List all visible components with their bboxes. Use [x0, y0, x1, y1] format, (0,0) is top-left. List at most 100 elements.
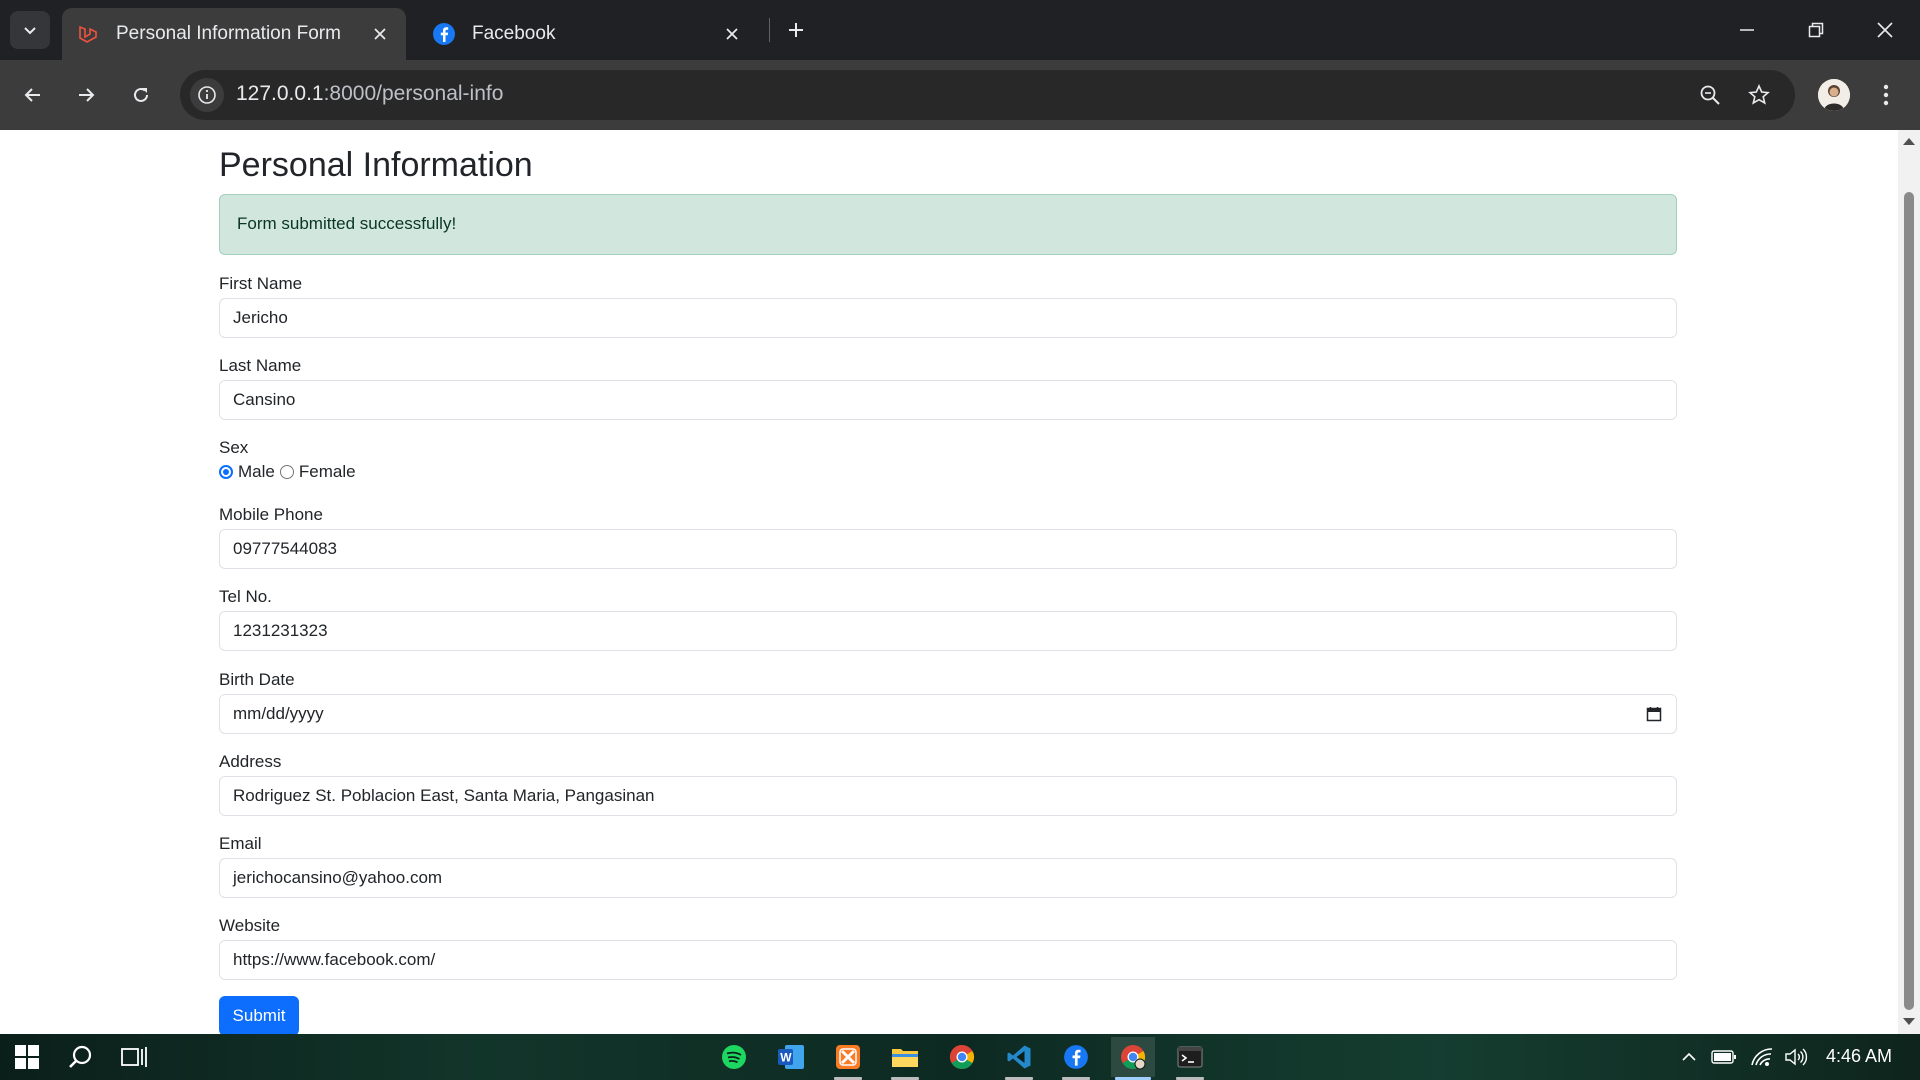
minimize-icon: [1740, 29, 1754, 31]
plus-icon: [789, 23, 803, 37]
address-label: Address: [219, 752, 282, 771]
scroll-up-icon[interactable]: [1903, 138, 1915, 145]
url-path: :8000/personal-info: [323, 82, 504, 105]
reload-icon: [134, 87, 148, 102]
sex-radio-row: Male Female: [219, 462, 1677, 482]
tab-personal-info[interactable]: Personal Information Form: [62, 8, 406, 60]
arrow-right-icon: [79, 88, 95, 102]
first-name-label: First Name: [219, 274, 303, 293]
address-input[interactable]: Rodriguez St. Poblacion East, Santa Mari…: [219, 776, 1677, 816]
zoom-button[interactable]: [1694, 79, 1726, 111]
first-name-input[interactable]: Jericho: [219, 298, 1677, 338]
tel-label: Tel No.: [219, 587, 272, 606]
close-icon[interactable]: [368, 22, 392, 46]
tel-group: Tel No. 1231231323: [219, 587, 1677, 651]
volume-icon[interactable]: [1780, 1041, 1812, 1073]
scroll-thumb[interactable]: [1904, 192, 1914, 1010]
last-name-label: Last Name: [219, 356, 302, 375]
submit-button[interactable]: Submit: [219, 996, 299, 1034]
url-host: 127.0.0.1: [236, 82, 324, 105]
sex-label: Sex: [219, 438, 249, 457]
site-info-button[interactable]: [190, 78, 224, 112]
mobile-input[interactable]: 09777544083: [219, 529, 1677, 569]
birth-date-label: Birth Date: [219, 670, 295, 689]
website-label: Website: [219, 916, 281, 935]
star-icon: [1748, 84, 1770, 105]
reload-button[interactable]: [121, 75, 161, 115]
restore-icon: [1808, 22, 1824, 38]
search-icon[interactable]: [64, 1041, 96, 1073]
mobile-label: Mobile Phone: [219, 505, 323, 524]
svg-text:W: W: [780, 1051, 792, 1065]
close-icon[interactable]: [720, 22, 744, 46]
url-text[interactable]: 127.0.0.1:8000/personal-info: [236, 82, 503, 106]
back-button[interactable]: [13, 75, 53, 115]
male-radio[interactable]: [219, 465, 233, 479]
mobile-group: Mobile Phone 09777544083: [219, 505, 1677, 569]
vscode-icon[interactable]: [997, 1037, 1041, 1080]
email-label: Email: [219, 834, 262, 853]
email-group: Email jerichocansino@yahoo.com: [219, 834, 1677, 898]
browser-toolbar: 127.0.0.1:8000/personal-info: [0, 60, 1920, 130]
female-radio[interactable]: [279, 465, 294, 479]
word-icon[interactable]: W: [769, 1037, 813, 1077]
tab-facebook[interactable]: Facebook: [418, 8, 758, 60]
calendar-icon[interactable]: [1646, 706, 1662, 722]
close-window-button[interactable]: [1865, 10, 1905, 50]
facebook-icon: [432, 22, 456, 46]
xampp-icon[interactable]: [826, 1037, 870, 1080]
page-scrollbar[interactable]: [1898, 130, 1920, 1034]
website-input[interactable]: https://www.facebook.com/: [219, 940, 1677, 980]
website-group: Website https://www.facebook.com/: [219, 916, 1677, 980]
laravel-icon: [76, 22, 100, 46]
birth-date-placeholder: mm/dd/yyyy: [233, 704, 324, 723]
birth-date-group: Birth Date mm/dd/yyyy: [219, 670, 1677, 734]
email-input[interactable]: jerichocansino@yahoo.com: [219, 858, 1677, 898]
tel-input[interactable]: 1231231323: [219, 611, 1677, 651]
file-explorer-icon[interactable]: [883, 1037, 927, 1080]
chevron-up-icon[interactable]: [1673, 1041, 1705, 1073]
address-bar[interactable]: 127.0.0.1:8000/personal-info: [180, 70, 1795, 120]
tab-search-button[interactable]: [10, 11, 50, 49]
first-name-group: First Name Jericho: [219, 274, 1677, 338]
info-icon: [198, 86, 216, 104]
profile-avatar[interactable]: [1818, 79, 1850, 111]
restore-button[interactable]: [1796, 10, 1836, 50]
last-name-input[interactable]: Cansino: [219, 380, 1677, 420]
address-group: Address Rodriguez St. Poblacion East, Sa…: [219, 752, 1677, 816]
last-name-group: Last Name Cansino: [219, 356, 1677, 420]
scroll-down-icon[interactable]: [1903, 1018, 1915, 1025]
close-icon: [1877, 22, 1893, 38]
male-radio-label[interactable]: Male: [238, 462, 275, 482]
minimize-button[interactable]: [1727, 10, 1767, 50]
menu-button[interactable]: [1866, 75, 1906, 115]
battery-icon[interactable]: [1708, 1041, 1740, 1073]
bookmark-button[interactable]: [1743, 79, 1775, 111]
arrow-left-icon: [24, 88, 40, 102]
tab-strip: Personal Information Form Facebook: [0, 0, 1920, 60]
chevron-down-icon: [24, 27, 36, 35]
more-vert-icon: [1883, 84, 1889, 106]
chrome-icon[interactable]: [940, 1037, 984, 1077]
female-radio-label[interactable]: Female: [299, 462, 356, 482]
tab-separator: [769, 18, 770, 42]
windows-start-icon[interactable]: [11, 1041, 43, 1073]
page-viewport: Personal Information Form submitted succ…: [0, 130, 1898, 1034]
birth-date-input[interactable]: mm/dd/yyyy: [219, 694, 1677, 734]
page-title: Personal Information: [219, 146, 533, 184]
task-view-icon[interactable]: [118, 1041, 150, 1073]
wifi-icon[interactable]: [1746, 1041, 1778, 1073]
sex-group: Sex Male Female: [219, 438, 1677, 482]
success-alert: Form submitted successfully!: [219, 194, 1677, 255]
terminal-icon[interactable]: [1168, 1037, 1212, 1080]
new-tab-button[interactable]: [780, 14, 812, 46]
tab-title: Facebook: [472, 23, 556, 44]
spotify-icon[interactable]: [712, 1037, 756, 1077]
facebook-icon[interactable]: [1054, 1037, 1098, 1080]
zoom-out-icon: [1700, 85, 1720, 105]
taskbar-clock[interactable]: 4:46 AM: [1826, 1046, 1892, 1067]
tab-title: Personal Information Form: [116, 23, 341, 44]
taskbar: W 4:46 AM: [0, 1034, 1920, 1080]
chrome-profile-icon[interactable]: [1111, 1037, 1155, 1080]
forward-button[interactable]: [66, 75, 106, 115]
